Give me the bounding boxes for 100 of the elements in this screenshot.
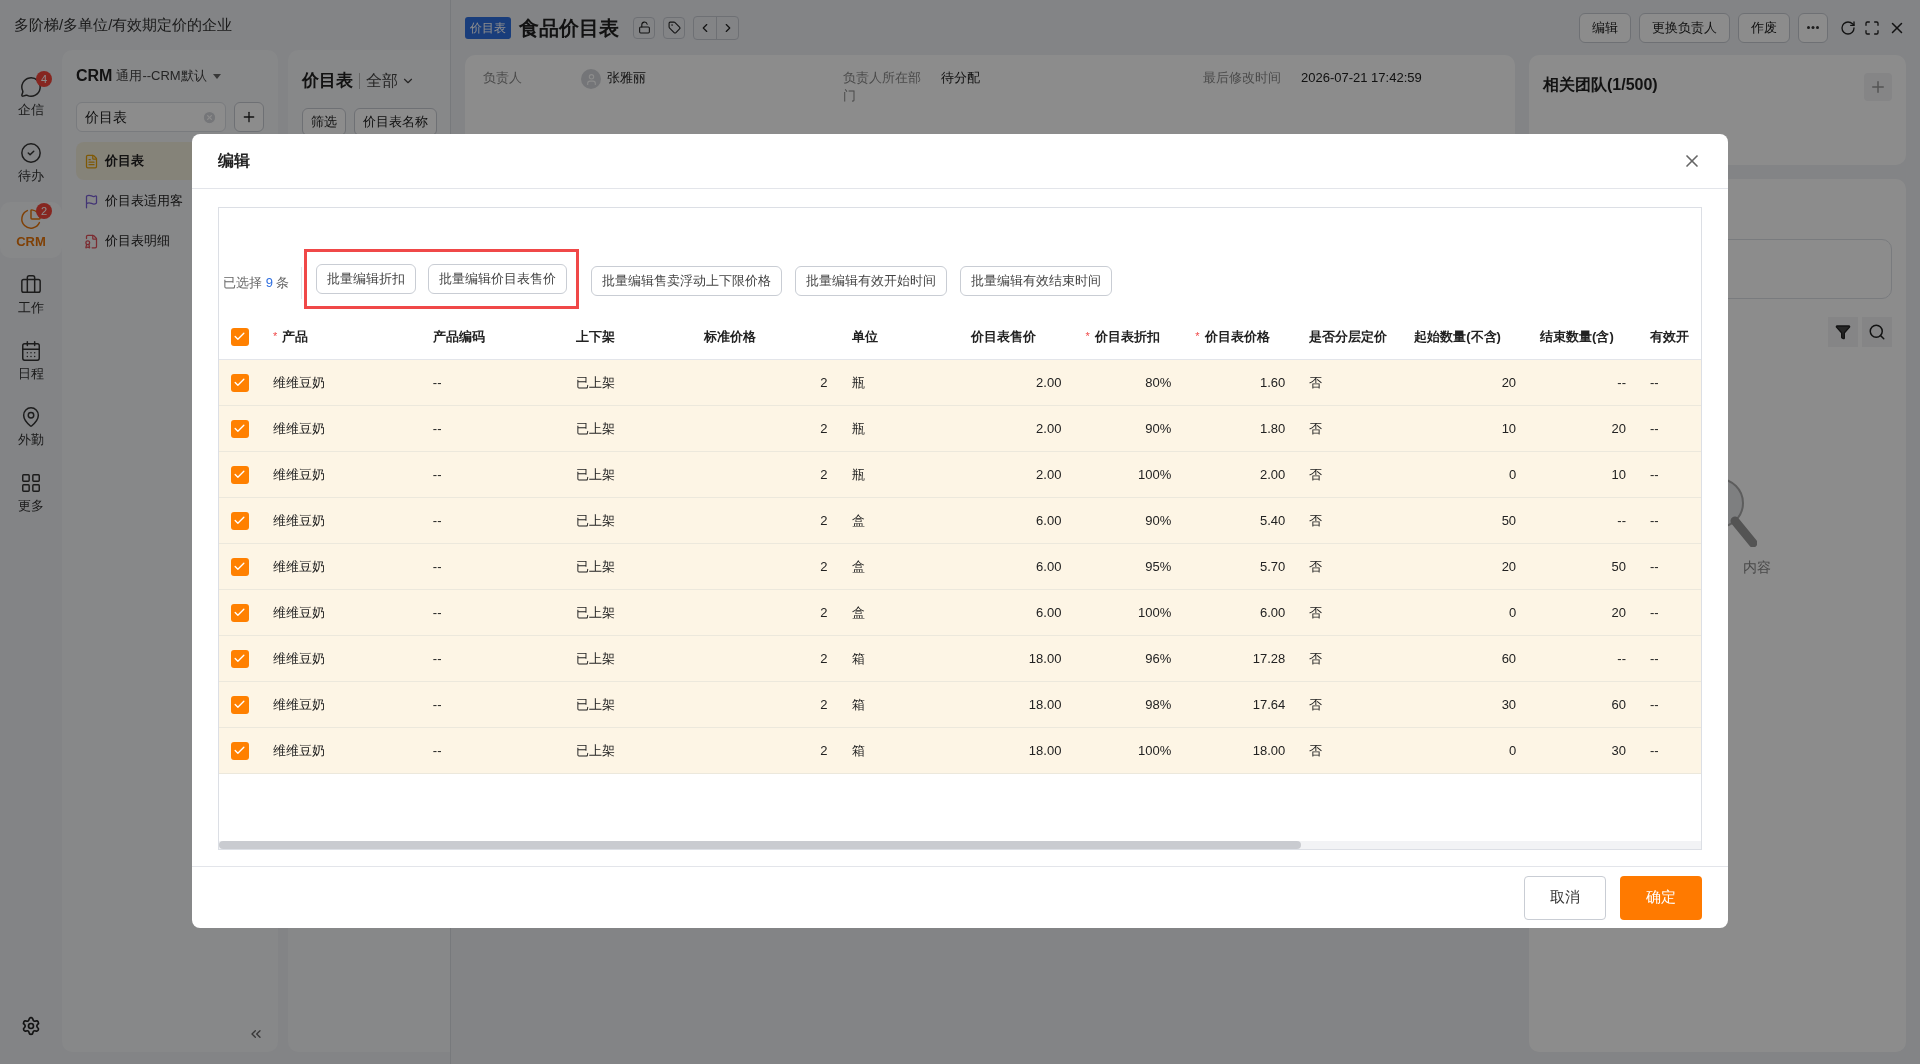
rail-item[interactable]: 日程: [0, 334, 62, 390]
action-button[interactable]: 更换负责人: [1639, 12, 1730, 43]
bulk-edit-button[interactable]: 批量编辑售卖浮动上下限价格: [591, 266, 783, 296]
table-row[interactable]: 维维豆奶 -- 已上架 2 箱 18.00 96% 17.28 否 60 -- --: [219, 636, 1701, 682]
add-icon[interactable]: [1864, 73, 1892, 101]
checkbox[interactable]: [231, 373, 249, 392]
table-cell-text: 30: [1611, 741, 1627, 760]
fullscreen-icon[interactable]: [1864, 19, 1880, 36]
table-cell-text: 10: [1611, 465, 1627, 484]
table-cell-text: 100%: [1138, 603, 1172, 622]
table-cell-text: --: [1650, 373, 1659, 392]
rail-item[interactable]: 企信 4: [0, 70, 62, 126]
more-button[interactable]: [1798, 12, 1828, 43]
check-icon: [233, 468, 247, 481]
selection-count: 已选择 9 条: [223, 274, 290, 293]
table-cell-text: 30: [1501, 695, 1517, 714]
column-header: 标准价格: [703, 327, 756, 346]
search-icon[interactable]: [1862, 317, 1892, 347]
table-cell-text: 1.80: [1259, 419, 1286, 438]
table-cell-text: 箱: [851, 649, 865, 668]
table-cell-text: 80%: [1145, 373, 1172, 392]
table-cell-text: 20: [1611, 603, 1627, 622]
table-row[interactable]: 维维豆奶 -- 已上架 2 瓶 2.00 100% 2.00 否 0 10 --: [219, 452, 1701, 498]
bulk-edit-button[interactable]: 批量编辑有效结束时间: [960, 266, 1113, 296]
tag-icon[interactable]: [663, 16, 685, 39]
table-cell-text: --: [1650, 557, 1659, 576]
table-row[interactable]: 维维豆奶 -- 已上架 2 盒 6.00 100% 6.00 否 0 20 --: [219, 590, 1701, 636]
checkbox[interactable]: [231, 327, 249, 346]
table-cell-text: 6.00: [1259, 603, 1286, 622]
checkbox[interactable]: [231, 649, 249, 668]
column-header: 是否分层定价: [1309, 327, 1388, 346]
table-cell-text: 100%: [1138, 741, 1172, 760]
table-cell-text: 维维豆奶: [272, 741, 325, 760]
table-row[interactable]: 维维豆奶 -- 已上架 2 箱 18.00 100% 18.00 否 0 30 --: [219, 728, 1701, 774]
avatar-icon: [581, 69, 601, 89]
table-cell-text: --: [432, 465, 442, 484]
table-cell-text: 6.00: [1036, 511, 1062, 530]
checkbox[interactable]: [231, 695, 249, 714]
nav-item[interactable]: 价目表明细: [76, 222, 264, 260]
check-icon: [233, 744, 247, 757]
view-selector[interactable]: 通用--CRM默认: [116, 66, 221, 86]
table-row[interactable]: 维维豆奶 -- 已上架 2 盒 6.00 90% 5.40 否 50 -- --: [219, 498, 1701, 544]
scope-selector[interactable]: 全部: [366, 68, 415, 93]
check-icon: [233, 514, 247, 527]
table-cell-text: 90%: [1145, 419, 1172, 438]
add-button[interactable]: [234, 102, 264, 132]
list-button[interactable]: 价目表名称: [354, 107, 437, 136]
table-cell-text: --: [432, 649, 442, 668]
action-button[interactable]: 编辑: [1579, 12, 1631, 43]
check-icon: [233, 560, 247, 573]
table-cell-text: 瓶: [851, 373, 865, 392]
calendar-icon: [20, 340, 42, 363]
settings-icon[interactable]: [21, 1016, 41, 1036]
checkbox[interactable]: [231, 741, 249, 760]
field-value: 2026-07-21 17:42:59: [1301, 69, 1422, 87]
lock-icon[interactable]: [633, 16, 655, 39]
rail-item[interactable]: 工作: [0, 268, 62, 324]
refresh-icon[interactable]: [1840, 19, 1856, 36]
scrollbar-thumb[interactable]: [219, 841, 1301, 849]
table-cell-text: 维维豆奶: [272, 603, 325, 622]
check-icon: [233, 606, 247, 619]
table-cell-text: 18.00: [1028, 741, 1062, 760]
cancel-button[interactable]: 取消: [1524, 875, 1606, 920]
table-cell-text: 否: [1309, 557, 1323, 576]
table-cell-text: 箱: [851, 741, 865, 760]
checkbox[interactable]: [231, 557, 249, 576]
table-row[interactable]: 维维豆奶 -- 已上架 2 箱 18.00 98% 17.64 否 30 60 --: [219, 682, 1701, 728]
check-icon: [233, 330, 247, 343]
filter-icon[interactable]: [1828, 317, 1858, 347]
rail-item[interactable]: 待办: [0, 136, 62, 192]
table-cell-text: 10: [1501, 419, 1517, 438]
bulk-edit-button[interactable]: 批量编辑折扣: [316, 264, 417, 294]
search-field[interactable]: 价目表: [76, 102, 226, 132]
record-title: 食品价目表: [519, 15, 619, 41]
table-cell-text: 否: [1309, 695, 1323, 714]
checkbox[interactable]: [231, 603, 249, 622]
rail-item[interactable]: 外勤: [0, 400, 62, 456]
table-cell-text: --: [1650, 465, 1659, 484]
table-row[interactable]: 维维豆奶 -- 已上架 2 盒 6.00 95% 5.70 否 20 50 --: [219, 544, 1701, 590]
field-value: 张雅丽: [607, 69, 646, 87]
table-row[interactable]: 维维豆奶 -- 已上架 2 瓶 2.00 90% 1.80 否 10 20 --: [219, 406, 1701, 452]
table-row[interactable]: 维维豆奶 -- 已上架 2 瓶 2.00 80% 1.60 否 20 -- --: [219, 360, 1701, 406]
checkbox[interactable]: [231, 511, 249, 530]
ellipsis-icon: [1807, 26, 1819, 29]
table-cell-text: 否: [1309, 419, 1323, 438]
scrollbar-track[interactable]: [219, 841, 1701, 849]
rail-item[interactable]: 更多: [0, 466, 62, 522]
chat-bubble-icon: [20, 76, 42, 99]
table-cell-text: 维维豆奶: [272, 511, 325, 530]
bulk-edit-button[interactable]: 批量编辑价目表售价: [428, 264, 568, 294]
checkbox[interactable]: [231, 419, 249, 438]
rail-item[interactable]: CRM 2: [0, 202, 62, 258]
table-cell-text: --: [432, 557, 442, 576]
action-button[interactable]: 作废: [1738, 12, 1790, 43]
table-cell-text: --: [1650, 649, 1659, 668]
bulk-edit-button[interactable]: 批量编辑有效开始时间: [795, 266, 948, 296]
nav-item[interactable]: 价目表适用客: [76, 182, 264, 220]
checkbox[interactable]: [231, 465, 249, 484]
list-button[interactable]: 筛选: [302, 107, 346, 136]
grid-icon: [20, 472, 42, 495]
